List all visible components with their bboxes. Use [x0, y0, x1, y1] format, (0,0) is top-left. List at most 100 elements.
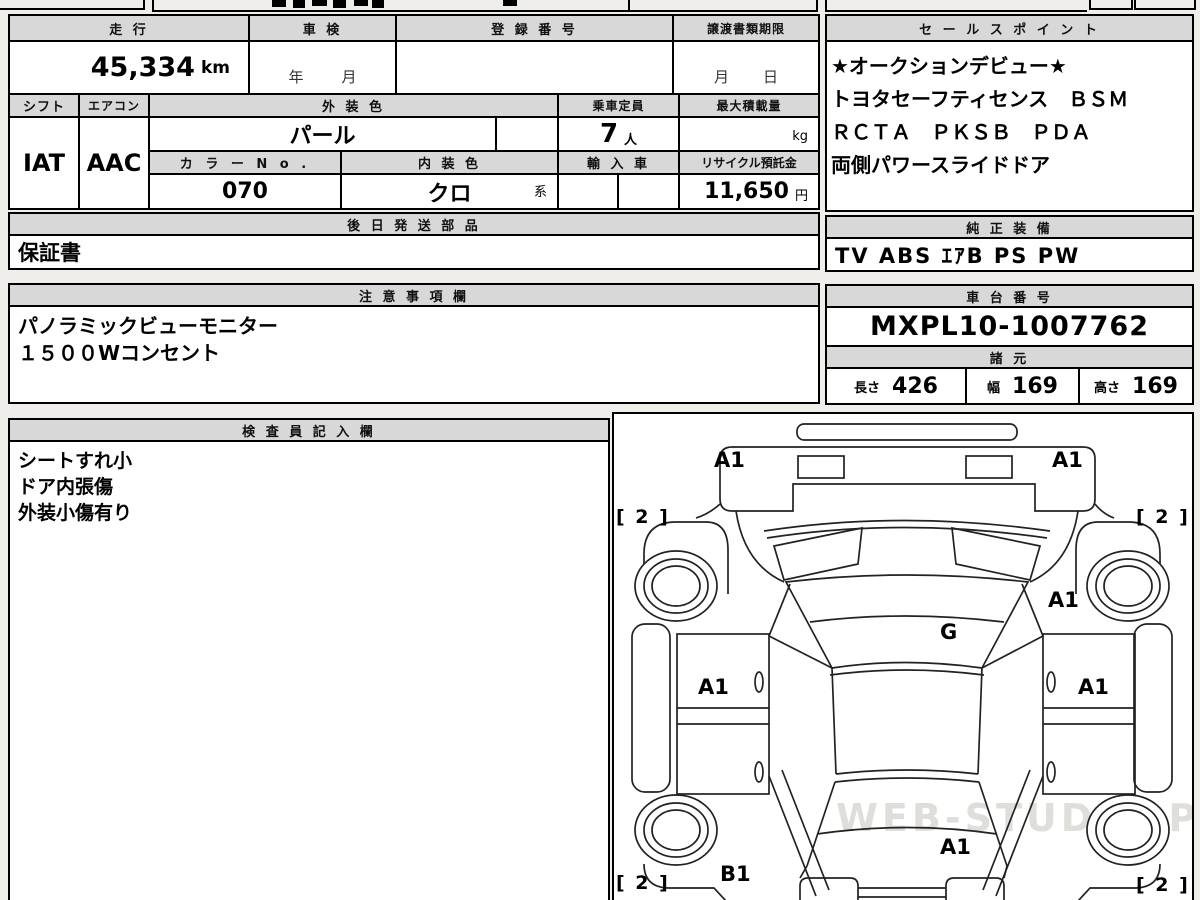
cutoff-border — [1091, 8, 1131, 10]
inspection-value-cell: 年 月 — [248, 40, 397, 95]
cutoff-border — [1131, 0, 1133, 10]
cutoff-border — [1136, 8, 1196, 10]
mileage-unit: km — [200, 57, 230, 78]
max-load-unit: kg — [792, 129, 808, 144]
specs-header: 諸 元 — [825, 345, 1194, 369]
import-car-header: 輸 入 車 — [557, 150, 680, 175]
capacity-value-cell: 7 人 — [557, 116, 680, 152]
defect-label-door-right: A1 — [1078, 675, 1109, 699]
cutoff-border — [152, 0, 154, 12]
max-load-header: 最大積載量 — [678, 93, 820, 118]
interior-color-header: 内 装 色 — [340, 150, 559, 175]
sales-point-line: 両側パワースライドドア — [831, 153, 1050, 177]
inspection-year-placeholder: 年 — [288, 68, 304, 86]
chassis-no-value: MXPL10-1007762 — [825, 306, 1194, 347]
defect-label-rear-left: B1 — [720, 862, 751, 886]
sales-point-line: ＲＣＴＡ ＰＫＳＢ ＰＤＡ — [831, 120, 1091, 144]
inspector-note-line: 外装小傷有り — [18, 502, 133, 524]
shift-header: シフト — [8, 93, 80, 118]
defect-label-front-right: A1 — [1052, 448, 1083, 472]
inspector-notes-content: シートすれ小 ドア内張傷 外装小傷有り — [8, 440, 610, 900]
notes-header: 注 意 事 項 欄 — [8, 283, 820, 307]
import-car-cell-left — [557, 173, 619, 210]
cutoff-border — [816, 0, 818, 12]
cutoff-text-fragment — [354, 0, 368, 6]
cutoff-border — [825, 0, 827, 12]
defect-label-fender-right: A1 — [1048, 588, 1079, 612]
spec-height-label: 高さ — [1094, 380, 1121, 396]
cutoff-text-fragment — [293, 0, 305, 8]
registration-value-cell — [395, 40, 674, 95]
damage-diagram-panel: WEB-STUDIO.PRO — [612, 412, 1194, 900]
later-parts-value: 保証書 — [8, 234, 820, 270]
cutoff-border — [143, 0, 145, 10]
aircon-header: エアコン — [78, 93, 150, 118]
transfer-deadline-header: 譲渡書類期限 — [672, 14, 820, 42]
exterior-color-sub-cell — [495, 116, 559, 152]
cutoff-text-fragment — [503, 0, 517, 6]
transfer-month-placeholder: 月 — [713, 68, 729, 86]
spec-width-value: 169 — [1012, 373, 1058, 399]
cutoff-text-fragment — [272, 0, 286, 7]
inspector-note-line: ドア内張傷 — [18, 476, 114, 498]
spec-width-label: 幅 — [987, 380, 1001, 396]
recycle-deposit-value: 11,650 — [704, 179, 789, 204]
corner-mark-front-right: [ 2 ] — [1136, 506, 1190, 528]
later-parts-header: 後 日 発 送 部 品 — [8, 212, 820, 236]
cutoff-text-fragment — [333, 0, 346, 8]
inspection-month-placeholder: 月 — [341, 68, 357, 86]
sales-point-header: セ ー ル ス ポ イ ン ト — [825, 14, 1194, 42]
genuine-equipment-header: 純 正 装 備 — [825, 215, 1194, 239]
exterior-color-header: 外 装 色 — [148, 93, 559, 118]
interior-color-suffix: 系 — [533, 185, 547, 200]
defect-label-glass: G — [940, 620, 958, 644]
cutoff-border — [825, 10, 1087, 12]
inspection-header: 車 検 — [248, 14, 397, 42]
car-outline-drawing — [631, 423, 1173, 900]
interior-color-value-cell: クロ 系 — [340, 173, 559, 210]
registration-header: 登 録 番 号 — [395, 14, 674, 42]
spec-length-label: 長さ — [854, 380, 881, 396]
sales-point-line: トヨタセーフティセンス ＢＳＭ — [831, 87, 1129, 111]
corner-mark-rear-left: [ 2 ] — [616, 872, 670, 894]
defect-label-front-left: A1 — [714, 448, 745, 472]
recycle-deposit-value-cell: 11,650 円 — [678, 173, 820, 210]
capacity-header: 乗車定員 — [557, 93, 680, 118]
mileage-value-cell: 45,334 km — [8, 40, 250, 95]
sales-point-content: ★オークションデビュー★ トヨタセーフティセンス ＢＳＭ ＲＣＴＡ ＰＫＳＢ Ｐ… — [825, 40, 1194, 212]
note-line: パノラミックビューモニター — [18, 314, 278, 338]
color-no-value: 070 — [148, 173, 342, 210]
inspector-notes-header: 検 査 員 記 入 欄 — [8, 418, 610, 442]
inspector-note-line: シートすれ小 — [18, 450, 133, 472]
cutoff-border — [628, 0, 630, 12]
recycle-deposit-header: リサイクル預託金 — [678, 150, 820, 175]
interior-color-value: クロ — [427, 181, 472, 207]
spec-height-value: 169 — [1132, 373, 1178, 399]
exterior-color-value: パール — [148, 116, 497, 152]
spec-length-cell: 長さ 426 — [825, 367, 967, 405]
corner-mark-rear-right: [ 2 ] — [1136, 874, 1190, 896]
defect-label-rear-center: A1 — [940, 835, 971, 859]
spec-width-cell: 幅 169 — [965, 367, 1080, 405]
transfer-day-placeholder: 日 — [763, 68, 779, 86]
recycle-deposit-unit: 円 — [794, 189, 808, 204]
cutoff-text-fragment — [372, 0, 384, 8]
cutoff-border — [0, 8, 143, 10]
aircon-value: AAC — [78, 116, 150, 210]
capacity-value: 7 — [599, 119, 619, 149]
color-no-header: カ ラ ー N o . — [148, 150, 342, 175]
chassis-no-header: 車 台 番 号 — [825, 284, 1194, 308]
import-car-cell-right — [617, 173, 680, 210]
spec-height-cell: 高さ 169 — [1078, 367, 1194, 405]
cutoff-border — [1089, 0, 1091, 10]
capacity-unit: 人 — [624, 132, 638, 148]
cutoff-border — [1194, 0, 1196, 10]
cutoff-text-fragment — [312, 0, 327, 6]
mileage-value: 45,334 — [90, 52, 195, 83]
sales-point-line: ★オークションデビュー★ — [831, 54, 1067, 78]
notes-content: パノラミックビューモニター １５００Wコンセント — [8, 305, 820, 404]
cutoff-border — [152, 10, 818, 12]
spec-length-value: 426 — [892, 373, 938, 399]
defect-label-door-left: A1 — [698, 675, 729, 699]
shift-value: IAT — [8, 116, 80, 210]
